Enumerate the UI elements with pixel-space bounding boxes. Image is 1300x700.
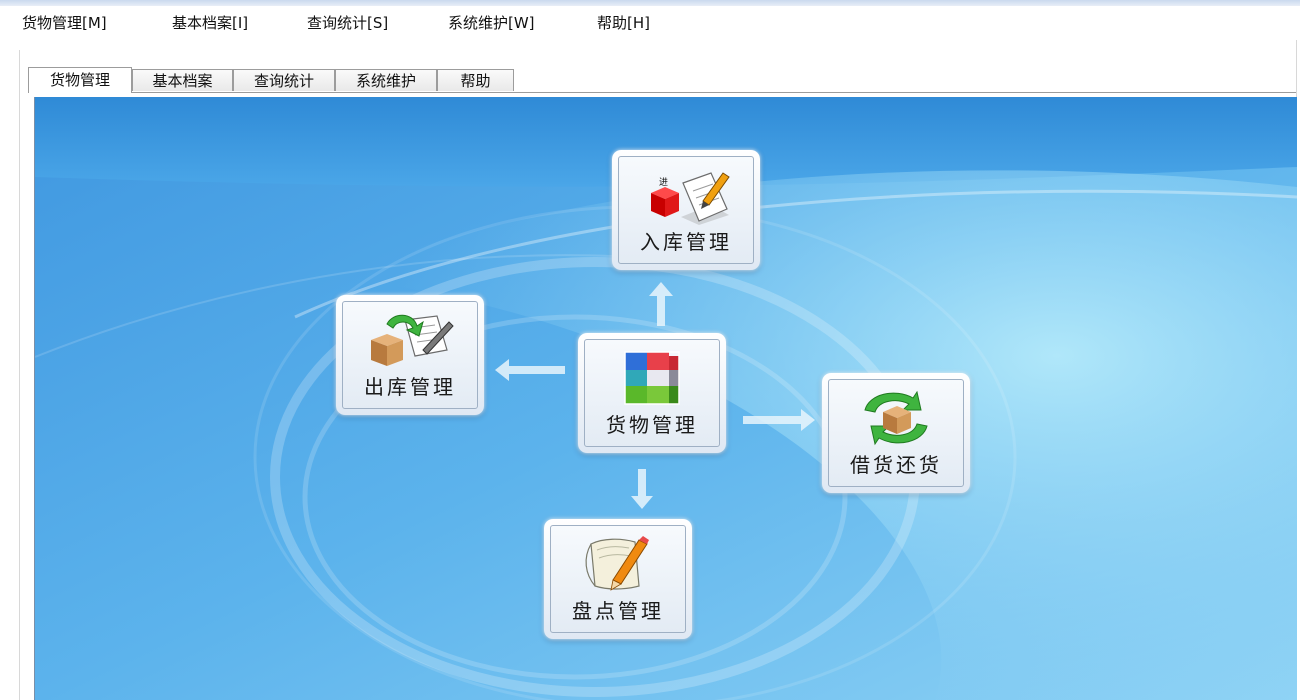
- tab-query-statistics[interactable]: 查询统计: [233, 69, 335, 91]
- stock-out-label: 出库管理: [364, 375, 456, 399]
- menu-goods-management[interactable]: 货物管理[M]: [18, 12, 111, 34]
- tab-baseline: [28, 92, 1296, 93]
- inventory-check-icon: [585, 536, 649, 591]
- stock-out-tile-frame: 出库管理: [342, 301, 478, 409]
- borrow-return-icon: [864, 390, 928, 446]
- arrow-down-icon: [631, 469, 653, 509]
- tab-basic-records[interactable]: 基本档案: [132, 69, 233, 91]
- arrow-up-icon: [649, 282, 673, 326]
- goods-management-tile-frame: 货物管理: [584, 339, 720, 447]
- menu-query-statistics[interactable]: 查询统计[S]: [303, 12, 392, 34]
- stock-out-icon: [371, 314, 454, 366]
- arrow-left-icon: [495, 359, 565, 381]
- stock-in-badge: 进: [659, 177, 668, 188]
- goods-cubes-icon: [624, 351, 680, 405]
- stock-in-tile[interactable]: 进 入库管理: [612, 150, 760, 270]
- stock-in-tile-frame: 进 入库管理: [618, 156, 754, 264]
- stock-in-label: 入库管理: [640, 230, 732, 254]
- tab-system-maintenance[interactable]: 系统维护: [335, 69, 437, 91]
- menu-basic-records[interactable]: 基本档案[I]: [168, 12, 252, 34]
- inventory-check-label: 盘点管理: [572, 599, 664, 623]
- inventory-check-tile[interactable]: 盘点管理: [544, 519, 692, 639]
- stock-in-icon: 进: [651, 172, 730, 225]
- menu-bar: 货物管理[M] 基本档案[I] 查询统计[S] 系统维护[W] 帮助[H]: [0, 6, 1300, 40]
- inventory-check-tile-frame: 盘点管理: [550, 525, 686, 633]
- stock-out-tile[interactable]: 出库管理: [336, 295, 484, 415]
- goods-management-panel: 进 入库管理 出库管理 货物管理 借货还货 盘点管理: [34, 97, 1297, 700]
- arrow-right-icon: [743, 409, 815, 431]
- goods-management-tile[interactable]: 货物管理: [578, 333, 726, 453]
- borrow-return-tile-frame: 借货还货: [828, 379, 964, 487]
- goods-management-label: 货物管理: [606, 413, 698, 437]
- tab-help[interactable]: 帮助: [437, 69, 514, 91]
- borrow-return-tile[interactable]: 借货还货: [822, 373, 970, 493]
- menu-help[interactable]: 帮助[H]: [593, 12, 654, 34]
- frame-border-left: [19, 50, 20, 700]
- borrow-return-label: 借货还货: [850, 453, 942, 477]
- tab-goods-management[interactable]: 货物管理: [28, 67, 132, 93]
- menu-system-maintenance[interactable]: 系统维护[W]: [444, 12, 539, 34]
